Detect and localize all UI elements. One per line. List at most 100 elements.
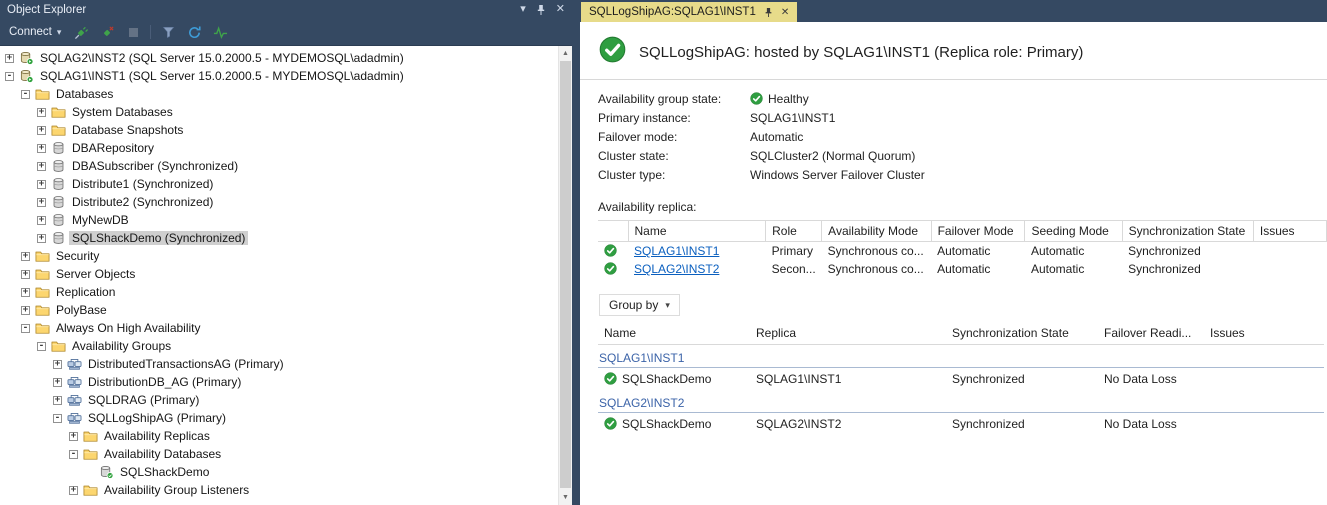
availability-database-table: Name Replica Synchronization State Failover… <box>598 322 1324 435</box>
expand-icon[interactable]: + <box>69 431 78 441</box>
tree-item[interactable]: - Always On High Availability <box>0 319 558 337</box>
tree-item[interactable]: + Distribute1 (Synchronized) <box>0 175 558 193</box>
tree-item[interactable]: SQLShackDemo <box>0 463 558 481</box>
connect-button[interactable]: Connect ▾ <box>6 24 64 40</box>
filter-icon[interactable] <box>159 23 177 41</box>
replica-column-header[interactable]: Availability Mode <box>821 220 932 242</box>
pin-icon[interactable] <box>536 4 546 16</box>
tree-item[interactable]: + Server Objects <box>0 265 558 283</box>
panel-splitter[interactable] <box>572 0 580 505</box>
collapse-icon[interactable]: - <box>21 89 30 99</box>
expand-icon[interactable]: + <box>21 269 30 279</box>
tree-item[interactable]: + DBARepository <box>0 139 558 157</box>
database-row: SQLShackDemo SQLAG2\INST2 Synchronized No D… <box>598 413 1324 436</box>
collapse-icon[interactable]: - <box>69 449 78 459</box>
expand-icon[interactable]: + <box>53 359 62 369</box>
connect-icon[interactable] <box>72 23 90 41</box>
expand-icon[interactable]: + <box>37 143 46 153</box>
window-position-icon[interactable]: ▾ <box>520 4 526 15</box>
database-column-header[interactable]: Synchronization State <box>946 322 1098 345</box>
expand-icon[interactable]: + <box>37 215 46 225</box>
database-name-cell: SQLShackDemo <box>598 368 750 391</box>
tree-item[interactable]: + SQLDRAG (Primary) <box>0 391 558 409</box>
replica-column-header[interactable]: Name <box>628 220 767 242</box>
close-icon[interactable]: ✕ <box>556 4 565 15</box>
db-icon <box>53 160 64 172</box>
detail-label: Availability group state: <box>598 91 722 106</box>
detail-label: Cluster state: <box>598 148 669 163</box>
tree-item[interactable]: + PolyBase <box>0 301 558 319</box>
expand-icon[interactable]: + <box>37 107 46 117</box>
expand-icon[interactable]: + <box>5 53 14 63</box>
collapse-icon[interactable]: - <box>37 341 46 351</box>
database-column-header[interactable]: Failover Readi... <box>1098 322 1204 345</box>
expand-icon[interactable]: + <box>53 377 62 387</box>
folder-icon <box>51 107 66 118</box>
tree-item[interactable]: + System Databases <box>0 103 558 121</box>
expand-icon[interactable]: + <box>21 287 30 297</box>
database-column-header[interactable]: Name <box>598 322 750 345</box>
tree-item[interactable]: - Availability Groups <box>0 337 558 355</box>
tree-item[interactable]: + DistributedTransactionsAG (Primary) <box>0 355 558 373</box>
tree-item[interactable]: + Availability Group Listeners <box>0 481 558 499</box>
tree-item-label: DBARepository <box>72 141 155 155</box>
tab-close-icon[interactable]: ✕ <box>781 7 789 18</box>
database-column-header[interactable]: Issues <box>1204 322 1324 345</box>
tree-item[interactable]: + SQLShackDemo (Synchronized) <box>0 229 558 247</box>
scrollbar-thumb[interactable] <box>560 61 571 488</box>
tree-item[interactable]: + Distribute2 (Synchronized) <box>0 193 558 211</box>
replica-name-link[interactable]: SQLAG2\INST2 <box>634 262 719 276</box>
tree-item-label: PolyBase <box>56 303 107 317</box>
database-cell: Synchronized <box>952 417 1025 431</box>
replica-name-link[interactable]: SQLAG1\INST1 <box>634 244 719 258</box>
tree-item[interactable]: + SQLAG2\INST2 (SQL Server 15.0.2000.5 - … <box>0 49 558 67</box>
expand-icon[interactable]: + <box>37 179 46 189</box>
group-by-dropdown[interactable]: Group by ▾ <box>599 294 680 316</box>
expand-icon[interactable]: + <box>53 395 62 405</box>
tree-item[interactable]: + DistributionDB_AG (Primary) <box>0 373 558 391</box>
disconnect-icon[interactable] <box>98 23 116 41</box>
database-group-header[interactable]: SQLAG1\INST1 <box>598 344 1324 368</box>
expand-icon[interactable]: + <box>37 233 46 243</box>
tree-item[interactable]: + Security <box>0 247 558 265</box>
refresh-icon[interactable] <box>185 23 203 41</box>
collapse-icon[interactable]: - <box>53 413 62 423</box>
replica-column-header[interactable]: Issues <box>1253 220 1327 242</box>
database-column-header[interactable]: Replica <box>750 322 946 345</box>
tree-item[interactable]: - SQLLogShipAG (Primary) <box>0 409 558 427</box>
expand-icon[interactable]: + <box>21 251 30 261</box>
detail-value: SQLAG1\INST1 <box>750 111 835 125</box>
tab-pin-icon[interactable] <box>764 7 773 18</box>
replica-column-header[interactable]: Synchronization State <box>1122 220 1254 242</box>
database-group-header[interactable]: SQLAG2\INST2 <box>598 390 1324 413</box>
replica-column-header[interactable]: Seeding Mode <box>1024 220 1123 242</box>
expand-icon[interactable]: + <box>37 125 46 135</box>
tab-availability-group-dashboard[interactable]: SQLLogShipAG:SQLAG1\INST1 ✕ <box>581 2 798 22</box>
replica-column-header[interactable]: Failover Mode <box>931 220 1026 242</box>
activity-monitor-icon[interactable] <box>211 23 229 41</box>
tree-item[interactable]: + DBASubscriber (Synchronized) <box>0 157 558 175</box>
detail-value-text: SQLAG1\INST1 <box>750 110 836 125</box>
tree-item[interactable]: - Availability Databases <box>0 445 558 463</box>
expand-icon[interactable]: + <box>37 197 46 207</box>
scroll-up-icon[interactable]: ▲ <box>559 46 572 61</box>
scroll-down-icon[interactable]: ▼ <box>559 490 572 505</box>
expand-icon[interactable]: + <box>69 485 78 495</box>
expand-icon[interactable]: + <box>37 161 46 171</box>
tree-item[interactable]: + Database Snapshots <box>0 121 558 139</box>
replica-column-header[interactable]: Role <box>765 220 823 242</box>
tree-item[interactable]: + MyNewDB <box>0 211 558 229</box>
expand-icon[interactable]: + <box>21 305 30 315</box>
folder-icon <box>35 323 50 334</box>
ag-icon <box>67 359 82 370</box>
object-explorer-scrollbar[interactable]: ▲ ▼ <box>558 46 572 505</box>
collapse-icon[interactable]: - <box>21 323 30 333</box>
tree-item[interactable]: + Replication <box>0 283 558 301</box>
collapse-icon[interactable]: - <box>5 71 14 81</box>
replica-name-cell: SQLAG2\INST2 <box>628 260 766 278</box>
availability-replica-table: Name Role Availability Mode Failover Mode Se… <box>598 220 1327 278</box>
tree-item[interactable]: + Availability Replicas <box>0 427 558 445</box>
tree-item[interactable]: - Databases <box>0 85 558 103</box>
tree-item[interactable]: - SQLAG1\INST1 (SQL Server 15.0.2000.5 - … <box>0 67 558 85</box>
stop-icon[interactable] <box>124 23 142 41</box>
